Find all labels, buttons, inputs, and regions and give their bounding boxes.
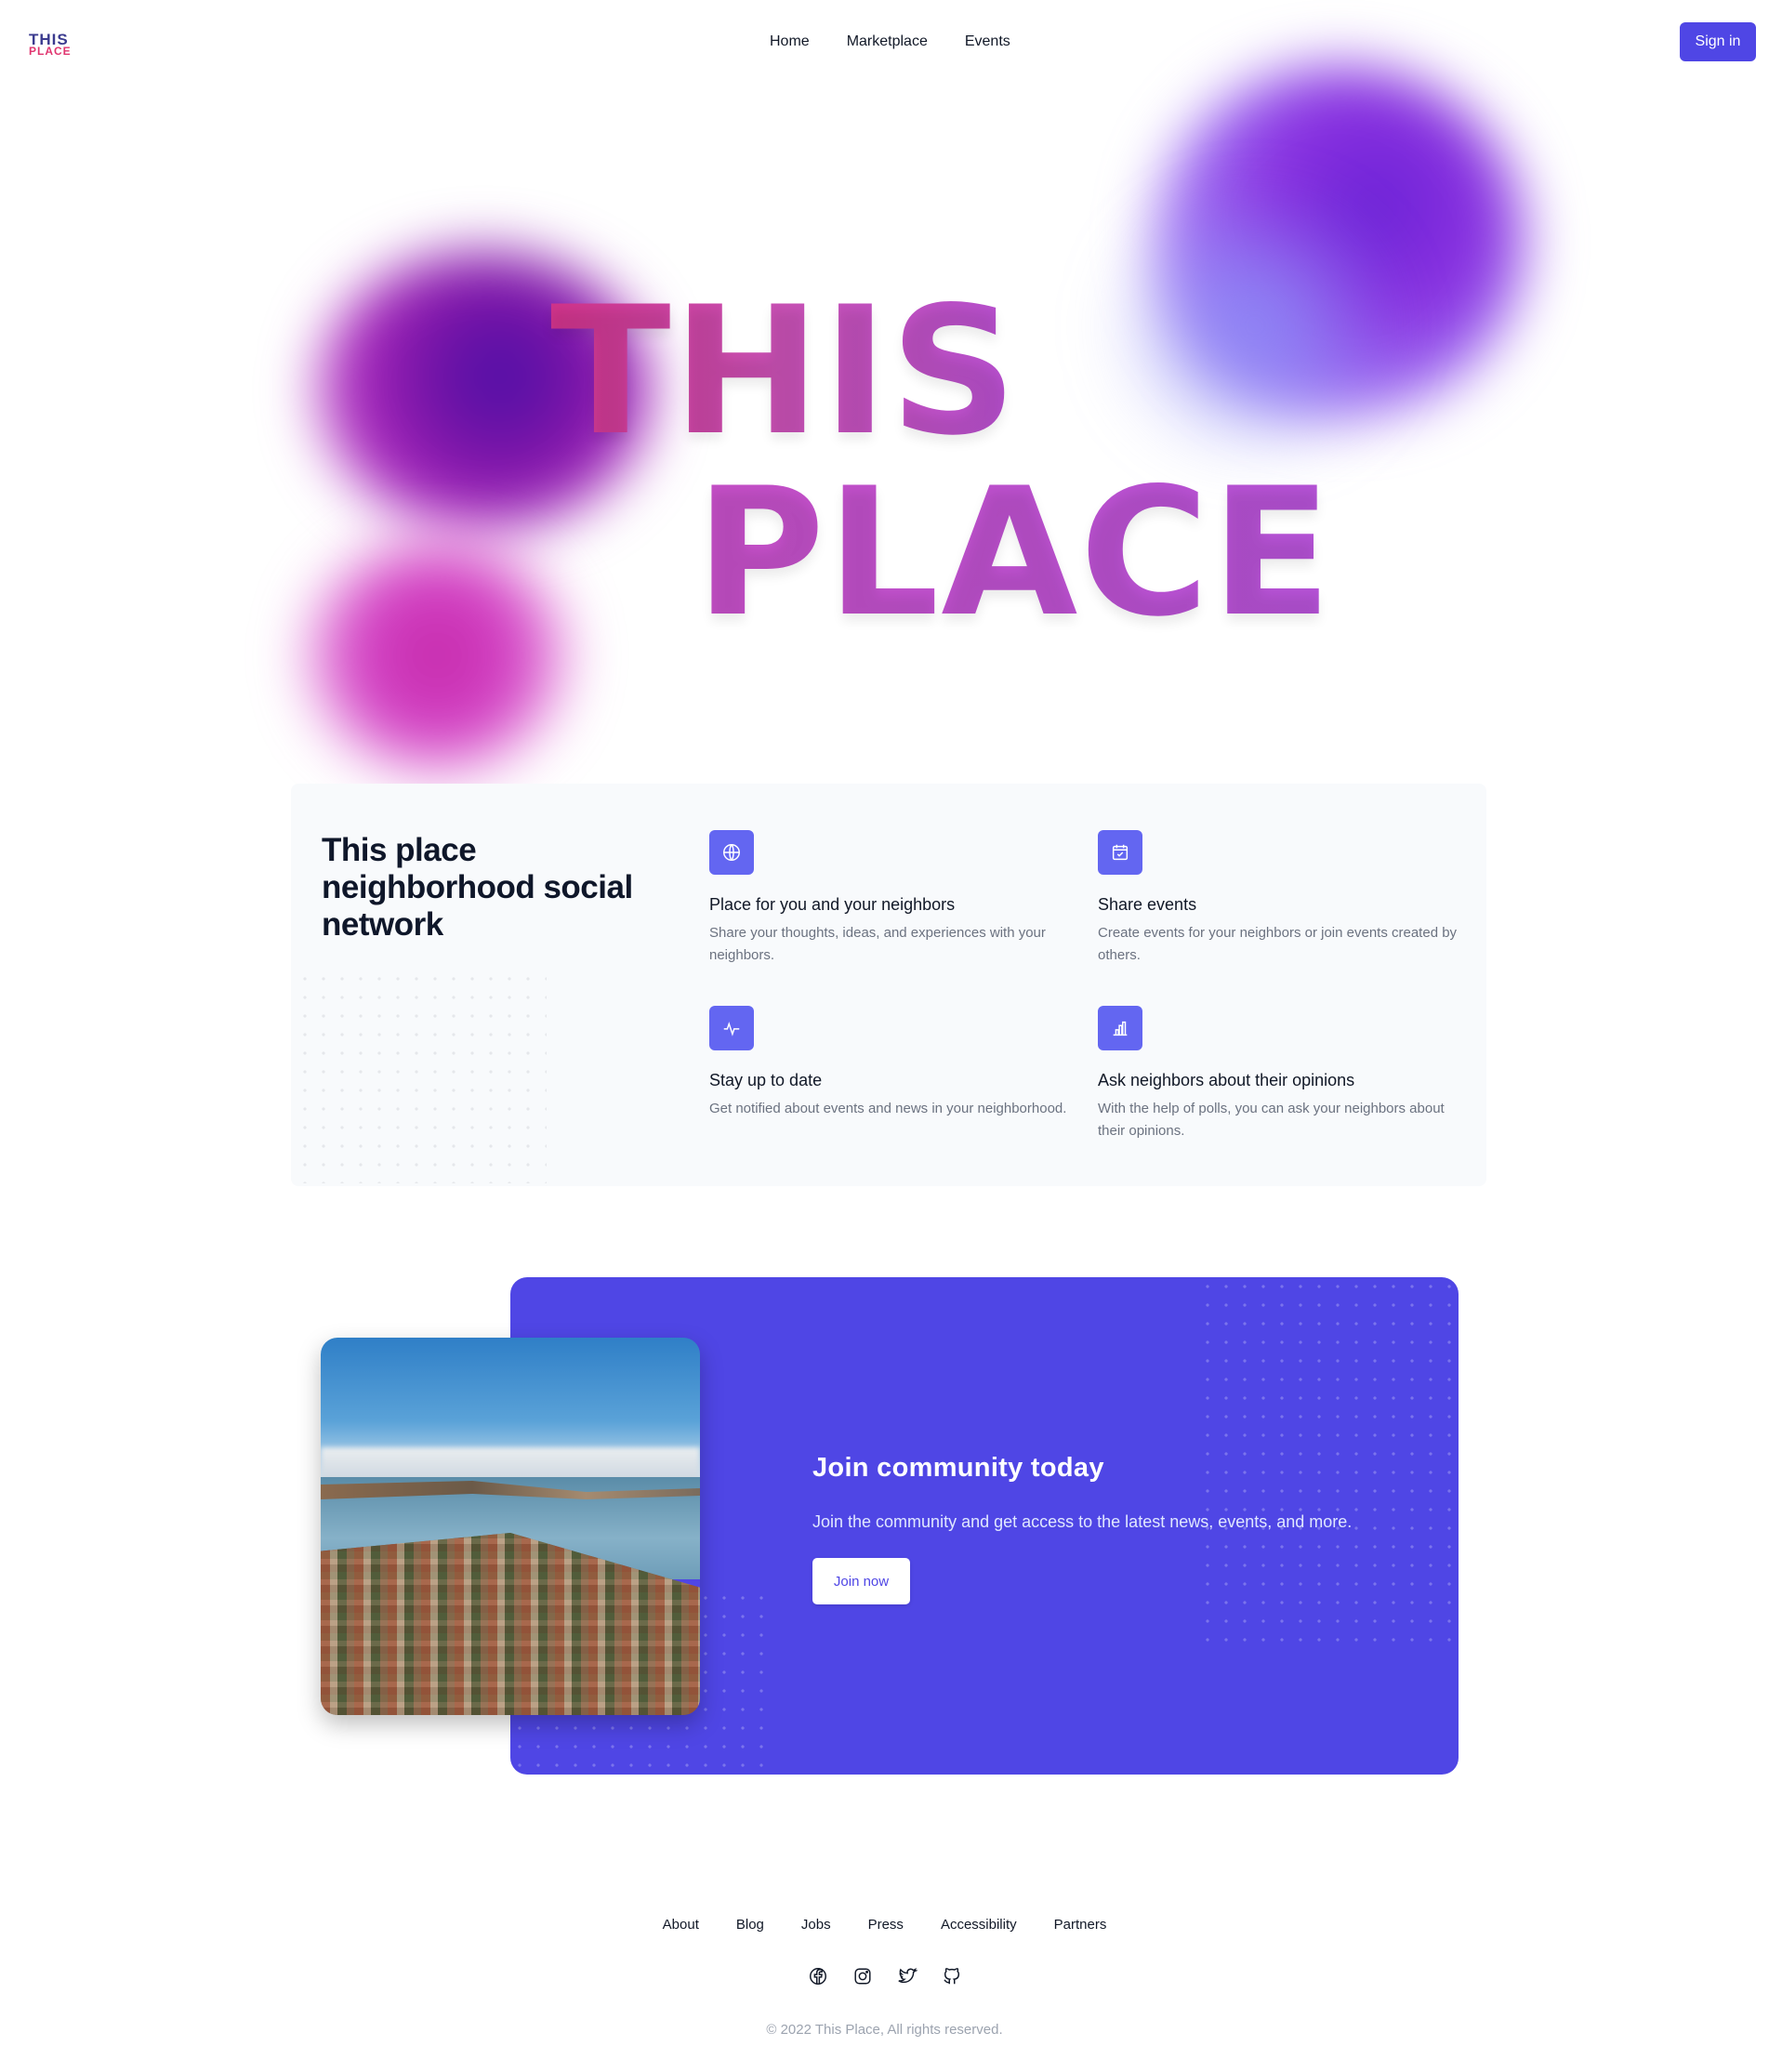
feature-title: Share events bbox=[1098, 895, 1197, 914]
feature-text: With the help of polls, you can ask your… bbox=[1098, 1101, 1445, 1139]
feature-events: Share events Create events for your neig… bbox=[1098, 830, 1470, 967]
github-icon[interactable] bbox=[942, 1966, 962, 1986]
feature-text: Get notified about events and news in yo… bbox=[709, 1101, 1067, 1116]
join-now-button[interactable]: Join now bbox=[812, 1558, 910, 1604]
hero-title-line2: PLACE bbox=[695, 450, 1334, 655]
footer-link-partners[interactable]: Partners bbox=[1054, 1917, 1107, 1933]
activity-icon bbox=[709, 1006, 754, 1050]
bar-chart-icon bbox=[1098, 1006, 1142, 1050]
footer-links: About Blog Jobs Press Accessibility Part… bbox=[0, 1917, 1769, 1933]
feature-text: Share your thoughts, ideas, and experien… bbox=[709, 925, 1046, 963]
feature-neighbors: Place for you and your neighbors Share y… bbox=[709, 830, 1081, 967]
features-section: This place neighborhood social network P… bbox=[291, 784, 1486, 1186]
city-photo bbox=[321, 1338, 700, 1715]
feature-title: Stay up to date bbox=[709, 1071, 823, 1089]
globe-icon bbox=[709, 830, 754, 875]
top-nav: THIS PLACE Home Marketplace Events Sign … bbox=[0, 0, 1769, 86]
copyright: © 2022 This Place, All rights reserved. bbox=[766, 2022, 1003, 2038]
sign-in-button[interactable]: Sign in bbox=[1680, 22, 1756, 61]
features-title: This place neighborhood social network bbox=[322, 832, 633, 943]
footer-link-press[interactable]: Press bbox=[868, 1917, 904, 1933]
hero-title-line1: THIS bbox=[550, 269, 1020, 474]
calendar-check-icon bbox=[1098, 830, 1142, 875]
dot-pattern bbox=[1198, 1277, 1459, 1649]
hero-blob-lavender bbox=[1116, 205, 1394, 446]
footer-link-about[interactable]: About bbox=[663, 1917, 699, 1933]
footer-link-blog[interactable]: Blog bbox=[736, 1917, 764, 1933]
logo[interactable]: THIS PLACE bbox=[29, 32, 73, 59]
logo-line2: PLACE bbox=[29, 45, 72, 58]
feature-title: Place for you and your neighbors bbox=[709, 895, 956, 914]
nav-events[interactable]: Events bbox=[965, 33, 1010, 50]
nav-marketplace[interactable]: Marketplace bbox=[847, 33, 928, 50]
feature-polls: Ask neighbors about their opinions With … bbox=[1098, 1006, 1470, 1142]
facebook-icon[interactable] bbox=[808, 1966, 828, 1986]
main-nav: Home Marketplace Events bbox=[770, 33, 1010, 50]
social-links bbox=[0, 1966, 1769, 1986]
feature-title: Ask neighbors about their opinions bbox=[1098, 1071, 1355, 1089]
dot-pattern bbox=[296, 970, 547, 1183]
hero-blob-magenta bbox=[307, 539, 567, 772]
cta-text: Join the community and get access to the… bbox=[812, 1512, 1353, 1531]
cta-title: Join community today bbox=[812, 1453, 1104, 1483]
footer-link-accessibility[interactable]: Accessibility bbox=[941, 1917, 1017, 1933]
twitter-icon[interactable] bbox=[897, 1966, 918, 1986]
nav-home[interactable]: Home bbox=[770, 33, 810, 50]
feature-text: Create events for your neighbors or join… bbox=[1098, 925, 1458, 963]
instagram-icon[interactable] bbox=[852, 1966, 873, 1986]
page: THIS PLACE Home Marketplace Events Sign … bbox=[0, 0, 1769, 2072]
feature-updates: Stay up to date Get notified about event… bbox=[709, 1006, 1081, 1120]
footer-link-jobs[interactable]: Jobs bbox=[801, 1917, 831, 1933]
